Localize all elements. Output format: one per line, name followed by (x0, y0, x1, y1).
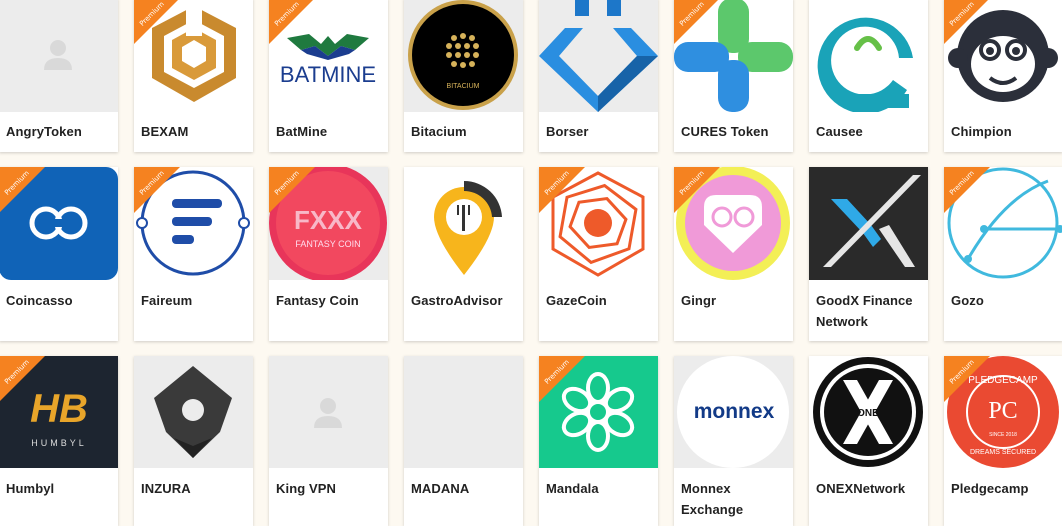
svg-text:HB: HB (30, 387, 88, 431)
project-card-king-vpn[interactable]: King VPN (269, 356, 388, 526)
svg-text:FXXX: FXXX (294, 205, 363, 235)
project-card-bitacium[interactable]: BITACIUM Bitacium (404, 0, 523, 152)
svg-text:HUMBYL: HUMBYL (31, 438, 87, 448)
project-card-gozo[interactable]: Premium Gozo (944, 167, 1062, 341)
project-name: GastroAdvisor (411, 293, 503, 308)
mandala-flower-icon (539, 356, 658, 468)
project-card-chimpion[interactable]: Premium Chimpion (944, 0, 1062, 152)
svg-text:PLEDGECAMP: PLEDGECAMP (968, 375, 1038, 386)
placeholder-user-icon (0, 0, 118, 112)
project-name: Pledgecamp (951, 481, 1029, 496)
project-card-angrytoken[interactable]: AngryToken (0, 0, 118, 152)
bitacium-logo-icon: BITACIUM (404, 0, 523, 112)
batmine-logo-icon: BATMINE (269, 0, 388, 112)
svg-text:monnex: monnex (694, 400, 775, 423)
project-card-bexam[interactable]: Premium BEXAM (134, 0, 253, 152)
project-name: Fantasy Coin (276, 293, 359, 308)
project-card-gastroadvisor[interactable]: GastroAdvisor (404, 167, 523, 341)
gozo-logo-icon (944, 167, 1062, 280)
gastroadvisor-logo-icon (404, 167, 523, 280)
project-name: Causee (816, 124, 863, 139)
project-name: Chimpion (951, 124, 1012, 139)
project-card-mandala[interactable]: Premium Mandala (539, 356, 658, 526)
project-card-pledgecamp[interactable]: PLEDGECAMP PC SINCE 2018 DREAMS SECURED … (944, 356, 1062, 526)
blank-logo-icon (404, 356, 523, 468)
project-card-causee[interactable]: Causee (809, 0, 928, 152)
project-card-coincasso[interactable]: Premium Coincasso (0, 167, 118, 341)
project-card-humbyl[interactable]: HB HUMBYL Premium Humbyl (0, 356, 118, 526)
project-name: BEXAM (141, 124, 189, 139)
project-name: GazeCoin (546, 293, 607, 308)
project-name: Coincasso (6, 293, 73, 308)
project-name: Gozo (951, 293, 984, 308)
chimpion-monkey-icon (944, 0, 1062, 112)
project-name: CURES Token (681, 124, 769, 139)
project-card-goodx-finance-network[interactable]: GoodX Finance Network (809, 167, 928, 341)
project-name: GoodX Finance Network (816, 293, 913, 329)
svg-text:DREAMS SECURED: DREAMS SECURED (970, 449, 1036, 456)
project-card-gingr[interactable]: Premium Gingr (674, 167, 793, 341)
svg-text:BITACIUM: BITACIUM (447, 83, 480, 90)
monnex-logo-icon: monnex (674, 356, 793, 468)
project-name: Mandala (546, 481, 599, 496)
placeholder-user-icon (269, 356, 388, 468)
project-card-borser[interactable]: Borser (539, 0, 658, 152)
faireum-logo-icon (134, 167, 253, 280)
gingr-logo-icon (674, 167, 793, 280)
project-name: Borser (546, 124, 589, 139)
project-name: King VPN (276, 481, 337, 496)
inzura-logo-icon (134, 356, 253, 468)
project-card-fantasy-coin[interactable]: FXXX FANTASY COIN Premium Fantasy Coin (269, 167, 388, 341)
project-card-gazecoin[interactable]: Premium GazeCoin (539, 167, 658, 341)
humbyl-logo-icon: HB HUMBYL (0, 356, 118, 468)
svg-text:ONE: ONE (857, 408, 879, 419)
project-card-batmine[interactable]: BATMINE Premium BatMine (269, 0, 388, 152)
project-name: BatMine (276, 124, 328, 139)
project-card-inzura[interactable]: INZURA (134, 356, 253, 526)
project-card-onexnetwork[interactable]: ONE ONEXNetwork (809, 356, 928, 526)
cures-cross-icon (674, 0, 793, 112)
goodx-logo-icon (809, 167, 928, 280)
project-name: Humbyl (6, 481, 55, 496)
coincasso-logo-icon (0, 167, 118, 280)
causee-logo-icon (809, 0, 928, 112)
project-name: INZURA (141, 481, 191, 496)
gazecoin-spiral-icon (539, 167, 658, 280)
project-card-monnex-exchange[interactable]: monnex Monnex Exchange (674, 356, 793, 526)
pledgecamp-logo-icon: PLEDGECAMP PC SINCE 2018 DREAMS SECURED (944, 356, 1062, 468)
project-name: ONEXNetwork (816, 481, 906, 496)
borser-logo-icon (539, 0, 658, 112)
bexam-logo-icon (134, 0, 253, 112)
project-name: Gingr (681, 293, 717, 308)
project-card-faireum[interactable]: Premium Faireum (134, 167, 253, 341)
fantasy-coin-logo-icon: FXXX FANTASY COIN (269, 167, 388, 280)
project-card-cures-token[interactable]: Premium CURES Token (674, 0, 793, 152)
project-name: AngryToken (6, 124, 82, 139)
svg-text:BATMINE: BATMINE (280, 62, 376, 87)
onex-logo-icon: ONE (809, 356, 928, 468)
project-name: Bitacium (411, 124, 467, 139)
svg-text:PC: PC (988, 398, 1017, 424)
svg-text:FANTASY COIN: FANTASY COIN (295, 239, 360, 249)
project-name: Monnex Exchange (681, 481, 744, 517)
svg-text:SINCE 2018: SINCE 2018 (989, 432, 1017, 438)
project-card-madana[interactable]: MADANA (404, 356, 523, 526)
project-name: Faireum (141, 293, 193, 308)
project-name: MADANA (411, 481, 470, 496)
